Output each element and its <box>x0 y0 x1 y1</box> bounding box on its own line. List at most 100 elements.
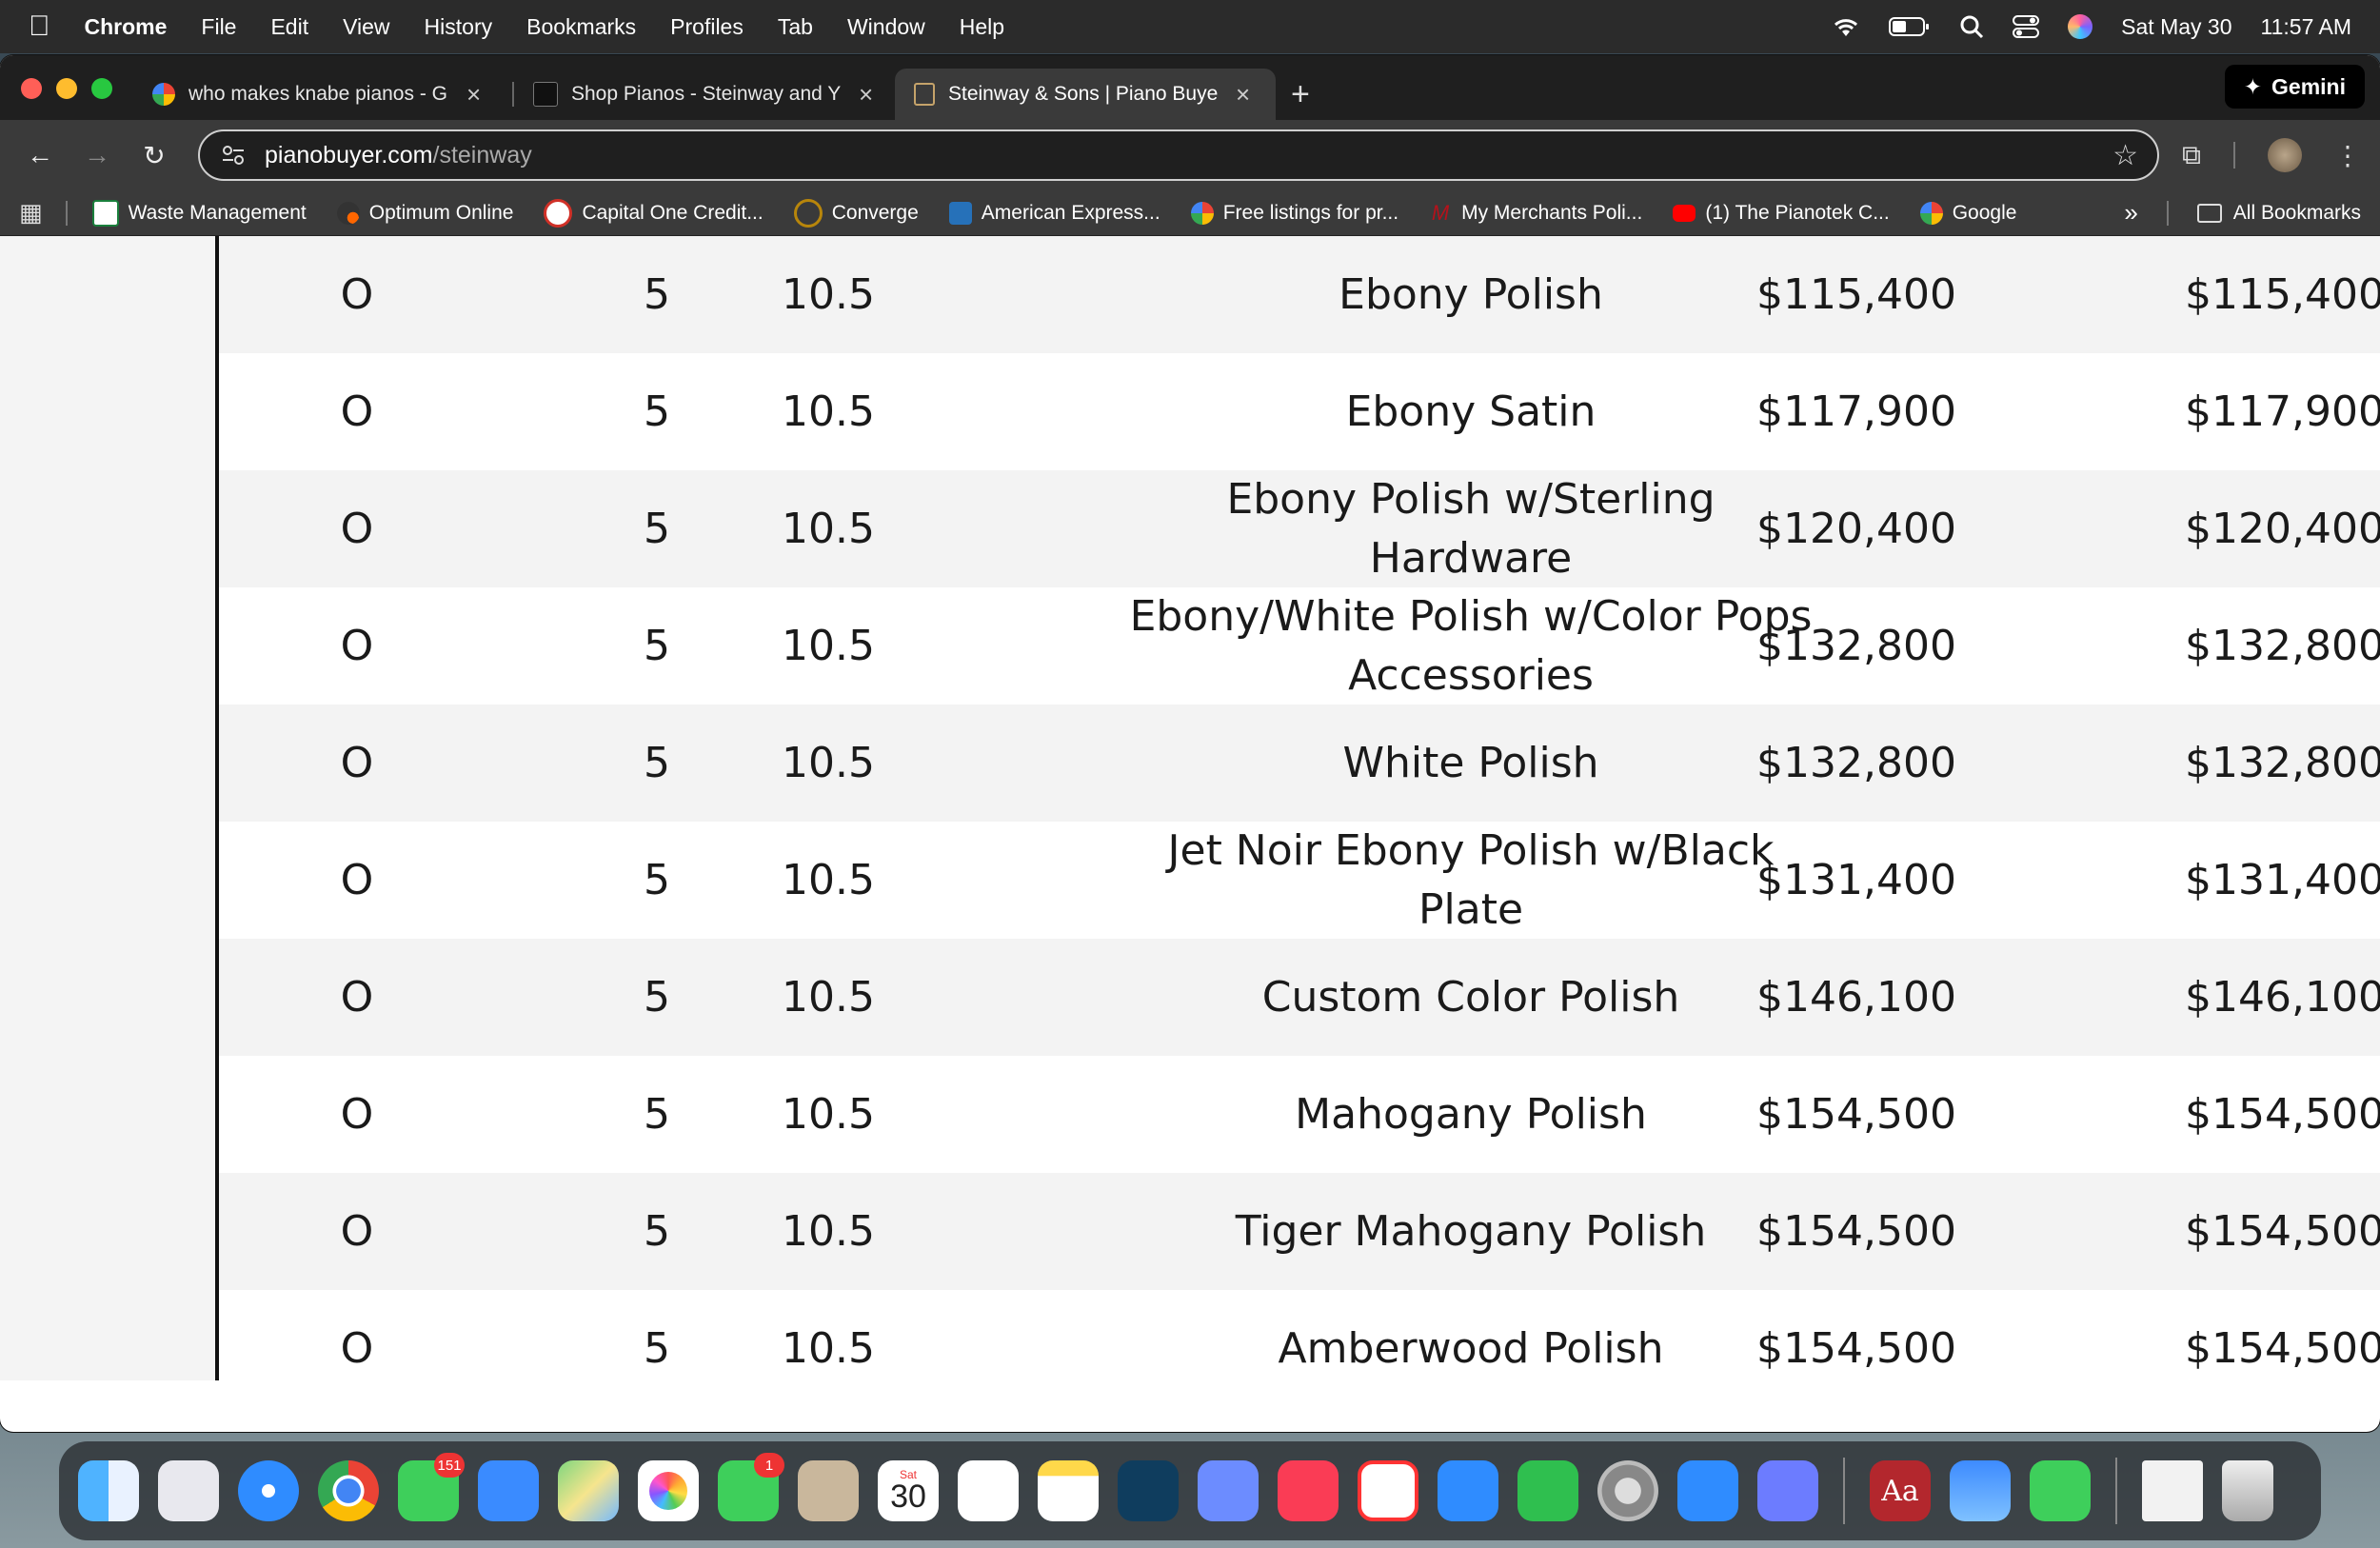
col-size: 5 <box>644 738 670 787</box>
document-preview-icon[interactable] <box>2142 1460 2203 1521</box>
profile-avatar[interactable] <box>2268 138 2302 172</box>
sparkle-icon: ✦ <box>2243 73 2263 99</box>
col-length: 10.5 <box>782 1323 875 1373</box>
safari-icon[interactable] <box>238 1460 299 1521</box>
contacts-icon[interactable] <box>798 1460 859 1521</box>
apps-grid-icon[interactable]: ▦ <box>19 198 43 228</box>
back-arrow-icon[interactable]: ← <box>19 140 61 170</box>
bookmark-my-merchants[interactable]: M My Merchants Poli... <box>1429 201 1642 225</box>
col-type: O <box>340 855 374 904</box>
col-length: 10.5 <box>782 621 875 670</box>
control-center-icon[interactable] <box>2013 14 2040 39</box>
bookmark-google[interactable]: Google <box>1919 201 2016 225</box>
close-tab-icon[interactable]: × <box>466 80 481 109</box>
pianobuyer-favicon-icon <box>914 83 935 106</box>
menu-edit[interactable]: Edit <box>270 14 308 40</box>
all-bookmarks-button[interactable]: All Bookmarks <box>2196 202 2361 225</box>
facetime-icon[interactable]: 1 <box>718 1453 784 1521</box>
wifi-icon[interactable] <box>1832 15 1860 38</box>
system-settings-icon[interactable] <box>1597 1460 1658 1521</box>
bookmark-pianotek[interactable]: (1) The Pianotek C... <box>1673 201 1890 225</box>
messages-icon[interactable]: 151 <box>398 1453 465 1521</box>
numbers-icon[interactable] <box>1517 1460 1578 1521</box>
photos-icon[interactable] <box>638 1460 699 1521</box>
menu-window[interactable]: Window <box>847 14 925 40</box>
reminders-icon[interactable] <box>958 1460 1019 1521</box>
keynote-icon[interactable] <box>1438 1460 1498 1521</box>
finder-icon[interactable] <box>78 1460 139 1521</box>
reload-icon[interactable]: ↻ <box>133 140 175 171</box>
menu-file[interactable]: File <box>201 14 236 40</box>
close-tab-icon[interactable]: × <box>859 80 873 109</box>
menu-bookmarks[interactable]: Bookmarks <box>526 14 636 40</box>
launchpad-icon[interactable] <box>158 1460 219 1521</box>
apple-menu-icon[interactable]:  <box>29 10 50 43</box>
spotlight-search-icon[interactable] <box>1959 14 1984 39</box>
news-icon[interactable] <box>1358 1460 1418 1521</box>
col-msrp: $117,900 <box>1756 387 1956 436</box>
notes-icon[interactable] <box>1038 1460 1099 1521</box>
chrome-icon[interactable] <box>318 1460 379 1521</box>
mail-icon[interactable] <box>478 1460 539 1521</box>
menubar-time[interactable]: 11:57 AM <box>2261 14 2351 40</box>
dock-divider <box>1843 1458 1845 1524</box>
dictionary-icon[interactable]: Aa <box>1870 1460 1931 1521</box>
more-menu-icon[interactable]: ⋮ <box>2334 140 2361 171</box>
col-msrp: $146,100 <box>1756 972 1956 1022</box>
google-favicon-icon <box>152 83 175 106</box>
menu-help[interactable]: Help <box>960 14 1004 40</box>
bookmark-waste-management[interactable]: Waste Management <box>91 199 307 227</box>
bookmark-optimum-online[interactable]: Optimum Online <box>336 201 513 225</box>
menu-profiles[interactable]: Profiles <box>670 14 744 40</box>
menu-app-chrome[interactable]: Chrome <box>85 14 168 40</box>
dock: 151 1 Sat 30 Aa <box>59 1441 2321 1540</box>
google-icon <box>1190 201 1214 225</box>
trash-icon[interactable] <box>2222 1460 2273 1521</box>
tab-shop-pianos[interactable]: Shop Pianos - Steinway and Y × <box>514 69 895 120</box>
app-store-icon[interactable] <box>1677 1460 1738 1521</box>
table-row: O 5 10.5 White Polish $132,800 $132,800 <box>219 705 2380 822</box>
menu-history[interactable]: History <box>425 14 493 40</box>
more-bookmarks-chevron-icon[interactable]: » <box>2124 198 2137 228</box>
table-row: O 5 10.5 Ebony Polish w/Sterling Hardwar… <box>219 470 2380 587</box>
address-bar[interactable]: pianobuyer.com/steinway ☆ <box>198 129 2159 181</box>
battery-icon[interactable] <box>1889 16 1931 37</box>
menu-tab[interactable]: Tab <box>778 14 813 40</box>
bookmark-free-listings[interactable]: Free listings for pr... <box>1190 201 1399 225</box>
waste-management-icon <box>91 199 119 227</box>
minimize-window-button[interactable] <box>56 78 77 99</box>
col-type: O <box>340 738 374 787</box>
col-msrp: $132,800 <box>1756 621 1956 670</box>
col-type: O <box>340 1323 374 1373</box>
menu-view[interactable]: View <box>343 14 389 40</box>
zoom-window-button[interactable] <box>91 78 112 99</box>
bookmark-label: Free listings for pr... <box>1222 201 1399 224</box>
calendar-icon[interactable]: Sat 30 <box>878 1460 939 1521</box>
close-window-button[interactable] <box>21 78 42 99</box>
tab-google-search[interactable]: who makes knabe pianos - G × <box>133 69 514 120</box>
extensions-puzzle-icon[interactable]: ⧉ <box>2182 140 2201 171</box>
freeform-icon[interactable] <box>1118 1460 1179 1521</box>
col-msrp: $115,400 <box>1756 269 1956 319</box>
close-tab-icon[interactable]: × <box>1236 80 1250 109</box>
bookmark-star-icon[interactable]: ☆ <box>2112 139 2138 172</box>
bookmark-capital-one[interactable]: Capital One Credit... <box>544 198 764 228</box>
phone-icon[interactable] <box>2030 1460 2091 1521</box>
gemini-button[interactable]: ✦ Gemini <box>2224 65 2365 109</box>
bookmark-american-express[interactable]: American Express... <box>948 201 1160 225</box>
forward-arrow-icon[interactable]: → <box>76 140 118 170</box>
site-settings-icon[interactable] <box>219 141 248 169</box>
maps-icon[interactable] <box>558 1460 619 1521</box>
new-tab-button[interactable]: + <box>1291 69 1310 120</box>
screen-sharing-icon[interactable] <box>1198 1460 1259 1521</box>
weather-icon[interactable] <box>1950 1460 2011 1521</box>
iphone-mirroring-icon[interactable] <box>1757 1460 1818 1521</box>
table-row: O 5 10.5 Jet Noir Ebony Polish w/Black P… <box>219 822 2380 939</box>
tab-steinway-active[interactable]: Steinway & Sons | Piano Buye × <box>895 69 1276 120</box>
music-icon[interactable] <box>1278 1460 1339 1521</box>
bookmark-label: American Express... <box>981 201 1160 224</box>
menubar-date[interactable]: Sat May 30 <box>2121 14 2231 40</box>
siri-icon[interactable] <box>2068 14 2093 39</box>
bookmark-converge[interactable]: Converge <box>793 198 919 228</box>
bookmark-label: (1) The Pianotek C... <box>1705 201 1890 224</box>
